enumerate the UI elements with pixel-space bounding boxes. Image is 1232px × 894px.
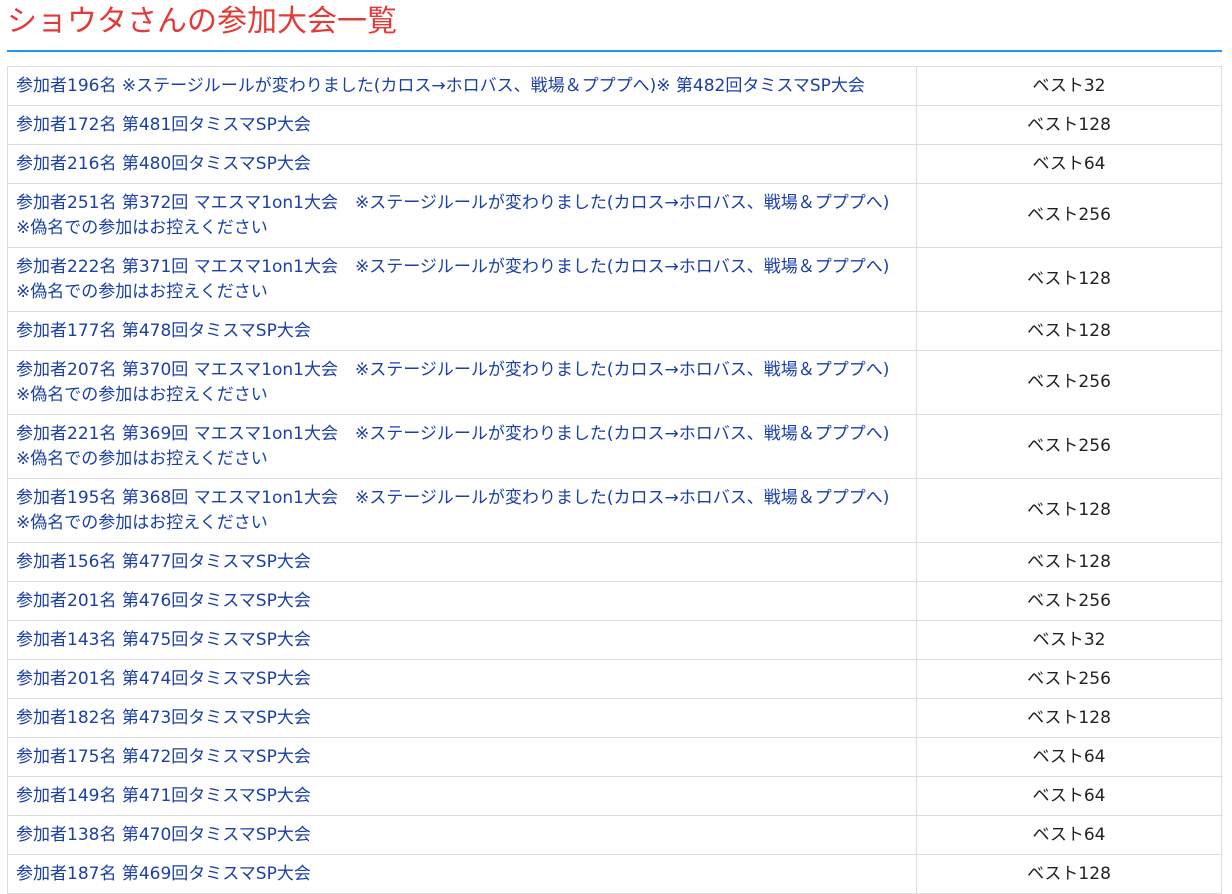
- event-link[interactable]: 参加者196名 ※ステージルールが変わりました(カロス→ホロバス、戦場＆プププへ…: [16, 76, 865, 96]
- table-row: 参加者187名 第469回タミスマSP大会 ベスト128: [7, 854, 1222, 894]
- event-cell: 参加者221名 第369回 マエスマ1on1大会 ※ステージルールが変わりました…: [7, 414, 917, 479]
- result-cell: ベスト32: [916, 620, 1222, 660]
- table-row: 参加者175名 第472回タミスマSP大会 ベスト64: [7, 737, 1222, 777]
- event-link[interactable]: 参加者187名 第469回タミスマSP大会: [16, 864, 311, 884]
- event-link[interactable]: 参加者149名 第471回タミスマSP大会: [16, 786, 311, 806]
- table-row: 参加者251名 第372回 マエスマ1on1大会 ※ステージルールが変わりました…: [7, 183, 1222, 248]
- table-row: 参加者172名 第481回タミスマSP大会 ベスト128: [7, 105, 1222, 145]
- page-title: ショウタさんの参加大会一覧: [7, 4, 397, 39]
- event-link[interactable]: 参加者175名 第472回タミスマSP大会: [16, 747, 311, 767]
- event-cell: 参加者172名 第481回タミスマSP大会: [7, 105, 917, 145]
- table-row: 参加者182名 第473回タミスマSP大会 ベスト128: [7, 698, 1222, 738]
- event-cell: 参加者222名 第371回 マエスマ1on1大会 ※ステージルールが変わりました…: [7, 247, 917, 312]
- result-cell: ベスト256: [916, 350, 1222, 415]
- event-link[interactable]: 参加者251名 第372回 マエスマ1on1大会 ※ステージルールが変わりました…: [16, 193, 906, 238]
- event-link[interactable]: 参加者216名 第480回タミスマSP大会: [16, 154, 311, 174]
- event-link[interactable]: 参加者182名 第473回タミスマSP大会: [16, 708, 311, 728]
- event-link[interactable]: 参加者156名 第477回タミスマSP大会: [16, 552, 311, 572]
- result-cell: ベスト128: [916, 105, 1222, 145]
- result-cell: ベスト128: [916, 542, 1222, 582]
- event-cell: 参加者216名 第480回タミスマSP大会: [7, 144, 917, 184]
- result-cell: ベスト32: [916, 66, 1222, 106]
- title-underline: [7, 50, 1222, 52]
- event-cell: 参加者187名 第469回タミスマSP大会: [7, 854, 917, 894]
- event-cell: 参加者138名 第470回タミスマSP大会: [7, 815, 917, 855]
- table-row: 参加者201名 第476回タミスマSP大会 ベスト256: [7, 581, 1222, 621]
- table-row: 参加者156名 第477回タミスマSP大会 ベスト128: [7, 542, 1222, 582]
- tournament-table: 参加者196名 ※ステージルールが変わりました(カロス→ホロバス、戦場＆プププへ…: [7, 66, 1222, 894]
- event-link[interactable]: 参加者201名 第474回タミスマSP大会: [16, 669, 311, 689]
- table-row: 参加者196名 ※ステージルールが変わりました(カロス→ホロバス、戦場＆プププへ…: [7, 66, 1222, 106]
- event-link[interactable]: 参加者222名 第371回 マエスマ1on1大会 ※ステージルールが変わりました…: [16, 257, 906, 302]
- event-cell: 参加者143名 第475回タミスマSP大会: [7, 620, 917, 660]
- table-row: 参加者138名 第470回タミスマSP大会 ベスト64: [7, 815, 1222, 855]
- table-row: 参加者222名 第371回 マエスマ1on1大会 ※ステージルールが変わりました…: [7, 247, 1222, 312]
- table-row: 参加者195名 第368回 マエスマ1on1大会 ※ステージルールが変わりました…: [7, 478, 1222, 543]
- event-cell: 参加者177名 第478回タミスマSP大会: [7, 311, 917, 351]
- event-cell: 参加者201名 第476回タミスマSP大会: [7, 581, 917, 621]
- event-link[interactable]: 参加者201名 第476回タミスマSP大会: [16, 591, 311, 611]
- result-cell: ベスト64: [916, 144, 1222, 184]
- table-row: 参加者143名 第475回タミスマSP大会 ベスト32: [7, 620, 1222, 660]
- result-cell: ベスト128: [916, 311, 1222, 351]
- event-cell: 参加者175名 第472回タミスマSP大会: [7, 737, 917, 777]
- event-cell: 参加者195名 第368回 マエスマ1on1大会 ※ステージルールが変わりました…: [7, 478, 917, 543]
- result-cell: ベスト64: [916, 737, 1222, 777]
- result-cell: ベスト128: [916, 854, 1222, 894]
- result-cell: ベスト64: [916, 815, 1222, 855]
- table-row: 参加者207名 第370回 マエスマ1on1大会 ※ステージルールが変わりました…: [7, 350, 1222, 415]
- result-cell: ベスト128: [916, 478, 1222, 543]
- event-link[interactable]: 参加者195名 第368回 マエスマ1on1大会 ※ステージルールが変わりました…: [16, 488, 906, 533]
- event-link[interactable]: 参加者221名 第369回 マエスマ1on1大会 ※ステージルールが変わりました…: [16, 424, 906, 469]
- result-cell: ベスト256: [916, 414, 1222, 479]
- event-link[interactable]: 参加者143名 第475回タミスマSP大会: [16, 630, 311, 650]
- event-cell: 参加者201名 第474回タミスマSP大会: [7, 659, 917, 699]
- event-link[interactable]: 参加者207名 第370回 マエスマ1on1大会 ※ステージルールが変わりました…: [16, 360, 906, 405]
- event-link[interactable]: 参加者177名 第478回タミスマSP大会: [16, 321, 311, 341]
- table-row: 参加者201名 第474回タミスマSP大会 ベスト256: [7, 659, 1222, 699]
- result-cell: ベスト64: [916, 776, 1222, 816]
- result-cell: ベスト256: [916, 659, 1222, 699]
- event-link[interactable]: 参加者138名 第470回タミスマSP大会: [16, 825, 311, 845]
- event-cell: 参加者156名 第477回タミスマSP大会: [7, 542, 917, 582]
- page: ショウタさんの参加大会一覧 参加者196名 ※ステージルールが変わりました(カロ…: [0, 0, 1232, 894]
- result-cell: ベスト256: [916, 183, 1222, 248]
- event-link[interactable]: 参加者172名 第481回タミスマSP大会: [16, 115, 311, 135]
- event-cell: 参加者207名 第370回 マエスマ1on1大会 ※ステージルールが変わりました…: [7, 350, 917, 415]
- result-cell: ベスト256: [916, 581, 1222, 621]
- event-cell: 参加者251名 第372回 マエスマ1on1大会 ※ステージルールが変わりました…: [7, 183, 917, 248]
- event-cell: 参加者196名 ※ステージルールが変わりました(カロス→ホロバス、戦場＆プププへ…: [7, 66, 917, 106]
- table-row: 参加者216名 第480回タミスマSP大会 ベスト64: [7, 144, 1222, 184]
- event-cell: 参加者182名 第473回タミスマSP大会: [7, 698, 917, 738]
- table-row: 参加者177名 第478回タミスマSP大会 ベスト128: [7, 311, 1222, 351]
- table-row: 参加者149名 第471回タミスマSP大会 ベスト64: [7, 776, 1222, 816]
- table-row: 参加者221名 第369回 マエスマ1on1大会 ※ステージルールが変わりました…: [7, 414, 1222, 479]
- result-cell: ベスト128: [916, 247, 1222, 312]
- result-cell: ベスト128: [916, 698, 1222, 738]
- event-cell: 参加者149名 第471回タミスマSP大会: [7, 776, 917, 816]
